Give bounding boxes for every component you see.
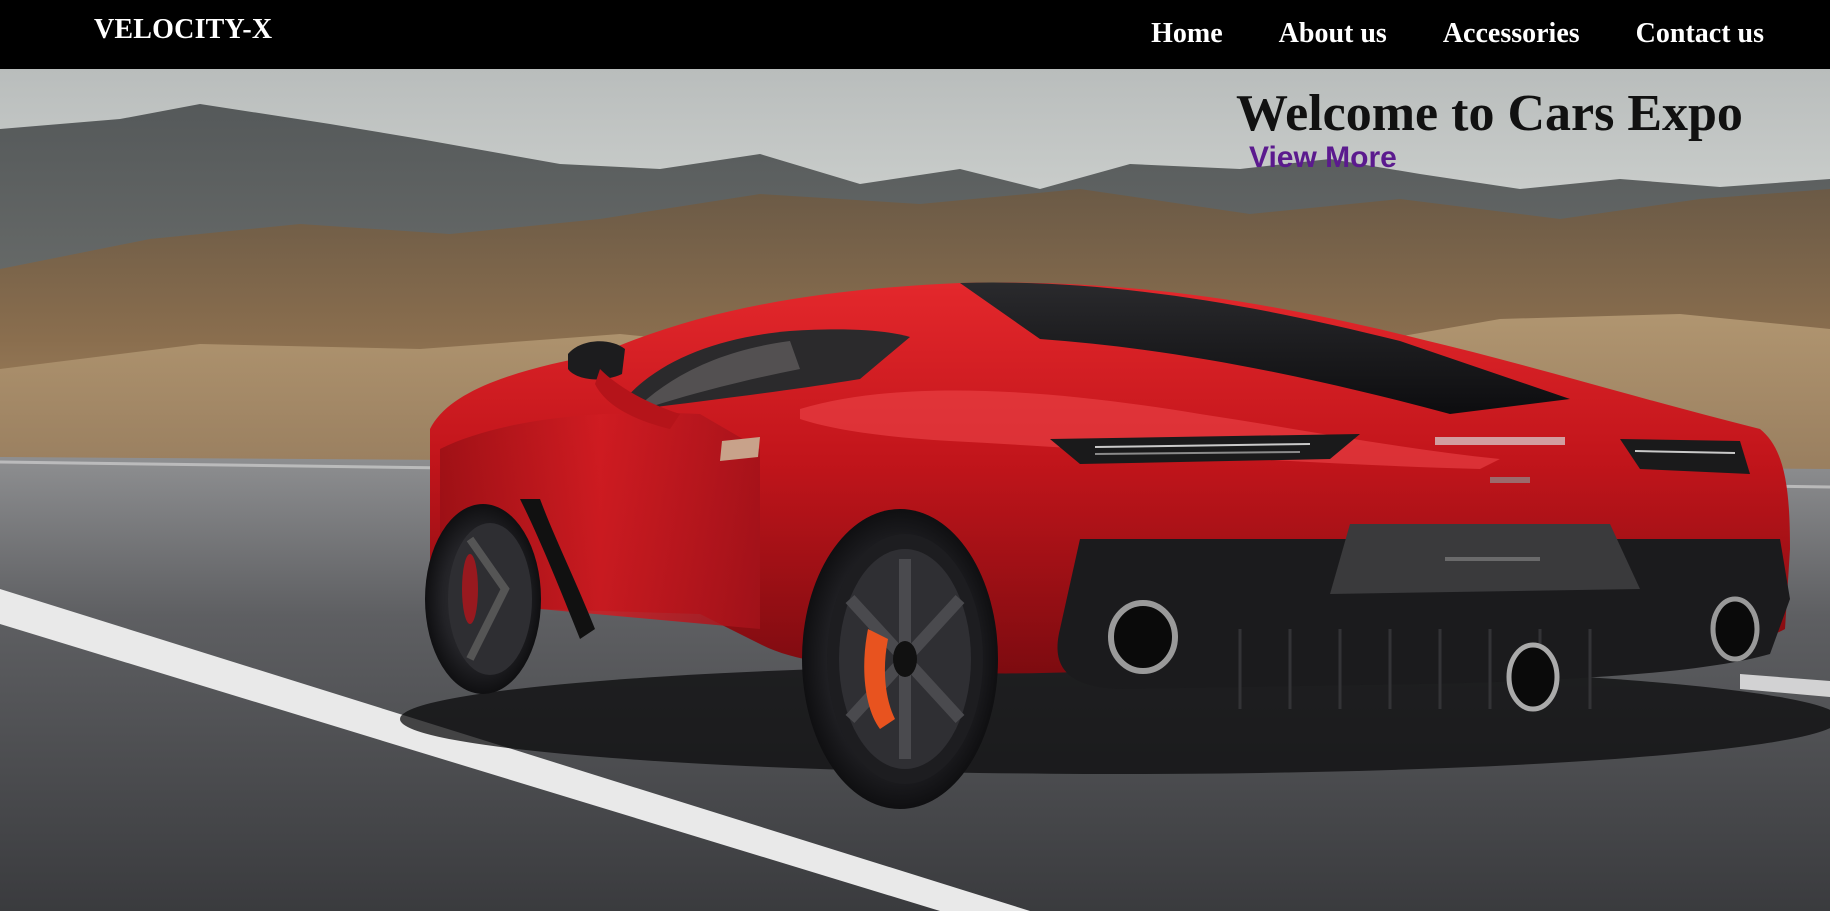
hero-car-image <box>0 69 1830 911</box>
navbar: VELOCITY-X Home About us Accessories Con… <box>0 0 1830 69</box>
nav-link-home[interactable]: Home <box>1151 18 1223 50</box>
view-more-link[interactable]: View More <box>1249 141 1397 175</box>
nav-link-accessories[interactable]: Accessories <box>1443 18 1580 50</box>
nav-links: Home About us Accessories Contact us <box>1095 18 1764 50</box>
nav-link-contact-us[interactable]: Contact us <box>1636 18 1764 50</box>
nav-link-about-us[interactable]: About us <box>1279 18 1387 50</box>
hero-section: Welcome to Cars Expo View More <box>0 69 1830 911</box>
brand-logo[interactable]: VELOCITY-X <box>94 14 272 46</box>
hero-title: Welcome to Cars Expo <box>1236 85 1743 142</box>
